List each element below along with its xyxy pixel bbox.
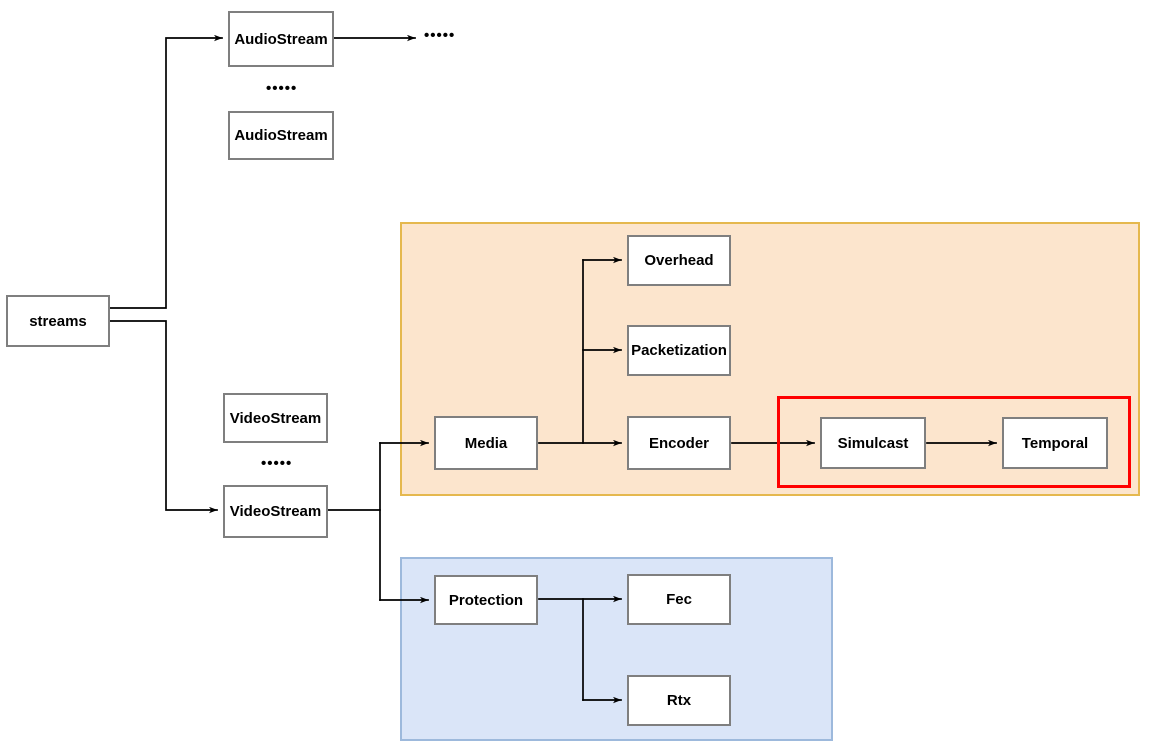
ellipsis-video-between: ••••• (261, 455, 293, 472)
node-media[interactable]: Media (434, 416, 538, 470)
node-fec[interactable]: Fec (627, 574, 731, 625)
node-video-stream-top[interactable]: VideoStream (223, 393, 328, 443)
edge-streams-to-video-stream (109, 320, 218, 514)
node-packetization[interactable]: Packetization (627, 325, 731, 376)
node-simulcast[interactable]: Simulcast (820, 417, 926, 469)
ellipsis-audio-right: ••••• (424, 27, 456, 44)
node-rtx[interactable]: Rtx (627, 675, 731, 726)
node-protection[interactable]: Protection (434, 575, 538, 625)
node-audio-stream-top[interactable]: AudioStream (228, 11, 334, 67)
node-temporal[interactable]: Temporal (1002, 417, 1108, 469)
node-streams[interactable]: streams (6, 295, 110, 347)
ellipsis-audio-between: ••••• (266, 80, 298, 97)
node-encoder[interactable]: Encoder (627, 416, 731, 470)
node-overhead[interactable]: Overhead (627, 235, 731, 286)
edge-streams-to-audio-stream (109, 34, 223, 309)
node-audio-stream-bottom[interactable]: AudioStream (228, 111, 334, 160)
diagram-canvas: streams AudioStream AudioStream VideoStr… (0, 0, 1166, 751)
node-video-stream-bottom[interactable]: VideoStream (223, 485, 328, 538)
